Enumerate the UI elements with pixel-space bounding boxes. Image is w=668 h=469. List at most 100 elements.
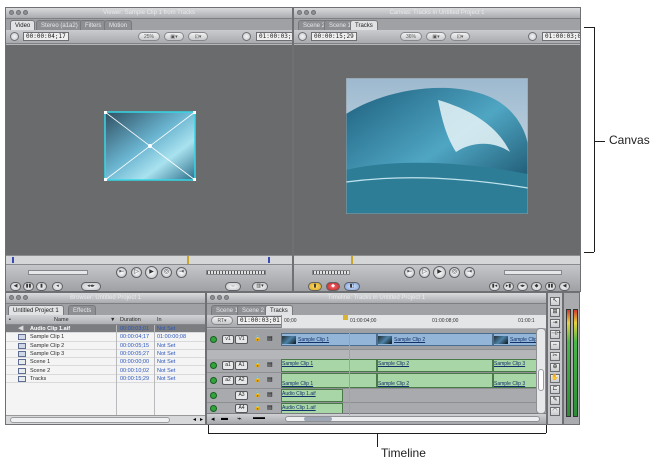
canvas-play-around-button[interactable]: ◎ bbox=[449, 267, 460, 278]
canvas-prev-edit-button[interactable]: ⇤ bbox=[404, 267, 415, 278]
clip-overlays-icon[interactable]: ◂ bbox=[211, 415, 215, 423]
keyframe-graph-icon[interactable]: ⌁ bbox=[237, 414, 242, 423]
viewer-view-popup[interactable]: ▣▾ bbox=[164, 32, 184, 41]
auto-select-icon[interactable]: ▤ bbox=[267, 335, 273, 342]
viewer-match-frame-button[interactable]: ⇔ bbox=[225, 282, 241, 291]
selection-tool-icon[interactable]: ↖ bbox=[550, 297, 560, 306]
viewer-play-around-button[interactable]: ◎ bbox=[161, 267, 172, 278]
slip-tool-icon[interactable]: ⇔ bbox=[550, 341, 560, 350]
canvas-insert-edit-button[interactable]: ◧ bbox=[344, 282, 360, 291]
canvas-show-edit-button[interactable]: ◀ bbox=[559, 282, 570, 291]
lock-icon[interactable]: 🔒 bbox=[254, 376, 261, 383]
audio-clip[interactable]: Sample Clip 1 bbox=[281, 359, 377, 372]
track-audible-toggle[interactable] bbox=[210, 392, 217, 399]
zoom-tool-icon[interactable]: ⊕ bbox=[550, 363, 560, 372]
column-duration[interactable]: Duration bbox=[120, 315, 141, 325]
canvas-add-motion-keyframe-button[interactable]: ◆ bbox=[531, 282, 542, 291]
tab-stereo[interactable]: Stereo (a1a2) bbox=[36, 20, 83, 30]
auto-select-icon[interactable]: ▤ bbox=[267, 391, 273, 398]
canvas-play-in-out-button[interactable]: ▷ bbox=[419, 267, 430, 278]
pen-tool-icon[interactable]: ✎ bbox=[550, 396, 560, 405]
audio-clip[interactable]: Audio Clip 1.aif bbox=[281, 389, 343, 402]
lock-icon[interactable]: 🔒 bbox=[254, 391, 261, 398]
tab-tracks[interactable]: Tracks bbox=[350, 20, 378, 30]
tab-tracks[interactable]: Tracks bbox=[265, 305, 293, 315]
scroll-right-icon[interactable]: ▸ bbox=[200, 416, 203, 423]
canvas-mark-clip-button[interactable]: ◂▸ bbox=[517, 282, 528, 291]
viewer-current-timecode[interactable]: 01:00:03;09 bbox=[256, 32, 292, 41]
canvas-duration-timecode[interactable]: 00:00:15;29 bbox=[311, 32, 357, 41]
video-clip[interactable]: Sample Clip 2 bbox=[377, 333, 493, 346]
browser-horizontal-scrollbar[interactable]: ◂ ▸ bbox=[6, 415, 205, 424]
audio-clip[interactable]: Sample Clip 1 bbox=[281, 373, 377, 388]
timeline-window-controls[interactable] bbox=[210, 295, 229, 300]
canvas-overlay-popup[interactable]: ⊡▾ bbox=[450, 32, 470, 41]
track-audible-toggle[interactable] bbox=[210, 362, 217, 369]
tab-video[interactable]: Video bbox=[10, 20, 36, 30]
viewer-overwrite-button[interactable]: ▮▮ bbox=[23, 282, 34, 291]
list-item[interactable]: Tracks 00:00:15;29 Not Set bbox=[6, 374, 205, 384]
tab-filters[interactable]: Filters bbox=[80, 20, 107, 30]
lock-icon[interactable]: 🔒 bbox=[254, 335, 261, 342]
timeline-current-timecode[interactable]: 01:00:03;01 bbox=[237, 316, 283, 325]
viewer-insert-button[interactable]: ◀ bbox=[10, 282, 21, 291]
browser-scroll-thumb[interactable] bbox=[10, 417, 170, 423]
track-audible-toggle[interactable] bbox=[210, 405, 217, 412]
viewer-replace-button[interactable]: ▮ bbox=[36, 282, 47, 291]
list-item[interactable]: Scene 1 00:00:00;00 Not Set bbox=[6, 358, 205, 367]
auto-select-icon[interactable]: ▤ bbox=[267, 404, 273, 411]
viewer-play-button[interactable]: ▶ bbox=[145, 266, 158, 279]
viewer-shuttle-slider[interactable] bbox=[28, 270, 88, 275]
edit-select-tool-icon[interactable]: ⊞ bbox=[550, 308, 560, 317]
canvas-video-frame[interactable] bbox=[346, 78, 528, 214]
canvas-jog-icon[interactable] bbox=[528, 32, 537, 41]
dest-patch-a4[interactable]: A4 bbox=[235, 404, 248, 413]
dest-patch-a2[interactable]: A2 bbox=[235, 376, 248, 385]
canvas-mark-out-button[interactable]: ▸▮ bbox=[503, 282, 514, 291]
tab-untitled-project-1[interactable]: Untitled Project 1 bbox=[8, 305, 64, 315]
razor-tool-icon[interactable]: ✂ bbox=[550, 352, 560, 361]
viewer-zoom-popup[interactable]: 25% bbox=[138, 32, 160, 41]
window-controls[interactable] bbox=[9, 10, 28, 15]
canvas-window-controls[interactable] bbox=[297, 10, 316, 15]
roll-tool-icon[interactable]: ⊣⊢ bbox=[550, 330, 561, 339]
viewer-jog-wheel[interactable] bbox=[206, 270, 266, 275]
lock-icon[interactable]: 🔒 bbox=[254, 361, 261, 368]
canvas-scrubber-bar[interactable] bbox=[294, 255, 580, 264]
timeline-scroll-thumb[interactable] bbox=[304, 417, 332, 421]
canvas-current-timecode[interactable]: 01:00:03;01 bbox=[542, 32, 580, 41]
tab-effects[interactable]: Effects bbox=[68, 305, 97, 315]
viewer-playhead[interactable] bbox=[187, 256, 189, 264]
list-item[interactable]: Sample Clip 1 00:00:04;17 01:00:00;08 bbox=[6, 333, 205, 342]
dest-patch-a1[interactable]: A1 bbox=[235, 361, 248, 370]
browser-window-controls[interactable] bbox=[9, 295, 28, 300]
viewer-prev-edit-button[interactable]: ⇤ bbox=[116, 267, 127, 278]
zoom-slider-icon[interactable]: ▬▬ bbox=[253, 415, 265, 421]
auto-select-icon[interactable]: ▤ bbox=[267, 376, 273, 383]
shuttle-icon[interactable] bbox=[10, 32, 19, 41]
viewer-mark-in-button[interactable]: ◂ bbox=[52, 282, 63, 291]
timeline-vertical-scroller[interactable] bbox=[536, 328, 546, 414]
canvas-add-marker-button[interactable]: ▮ bbox=[308, 282, 322, 291]
crop-tool-icon[interactable]: ⊏ bbox=[550, 385, 560, 394]
tab-motion[interactable]: Motion bbox=[104, 20, 133, 30]
timeline-playhead-head[interactable] bbox=[343, 315, 348, 320]
column-in[interactable]: In bbox=[157, 315, 162, 325]
smooth-tool-icon[interactable]: ◠ bbox=[550, 407, 560, 416]
auto-select-icon[interactable]: ▤ bbox=[267, 361, 273, 368]
dest-patch-a3[interactable]: A3 bbox=[235, 391, 248, 400]
track-audible-toggle[interactable] bbox=[210, 377, 217, 384]
track-select-tool-icon[interactable]: ⇥ bbox=[550, 319, 560, 328]
canvas-add-keyframe-button[interactable]: ◆ bbox=[326, 282, 340, 291]
canvas-playhead[interactable] bbox=[351, 256, 353, 264]
viewer-scrubber-bar[interactable] bbox=[6, 255, 292, 264]
list-item[interactable]: ◀ Audio Clip 1.aif 00:00:03;01 Not Set bbox=[6, 325, 205, 334]
list-item[interactable]: Sample Clip 2 00:00:05;15 Not Set bbox=[6, 341, 205, 350]
viewer-overlay-popup[interactable]: ⊡▾ bbox=[188, 32, 208, 41]
audio-clip[interactable]: Sample Clip 2 bbox=[377, 359, 493, 372]
viewer-clip-frame[interactable] bbox=[104, 111, 196, 181]
hand-tool-icon[interactable]: ✋ bbox=[550, 374, 560, 383]
video-clip[interactable]: Sample Clip 1 bbox=[281, 333, 377, 346]
viewer-duration-timecode[interactable]: 00:00:04;17 bbox=[23, 32, 69, 41]
scroller-thumb[interactable] bbox=[538, 369, 544, 391]
